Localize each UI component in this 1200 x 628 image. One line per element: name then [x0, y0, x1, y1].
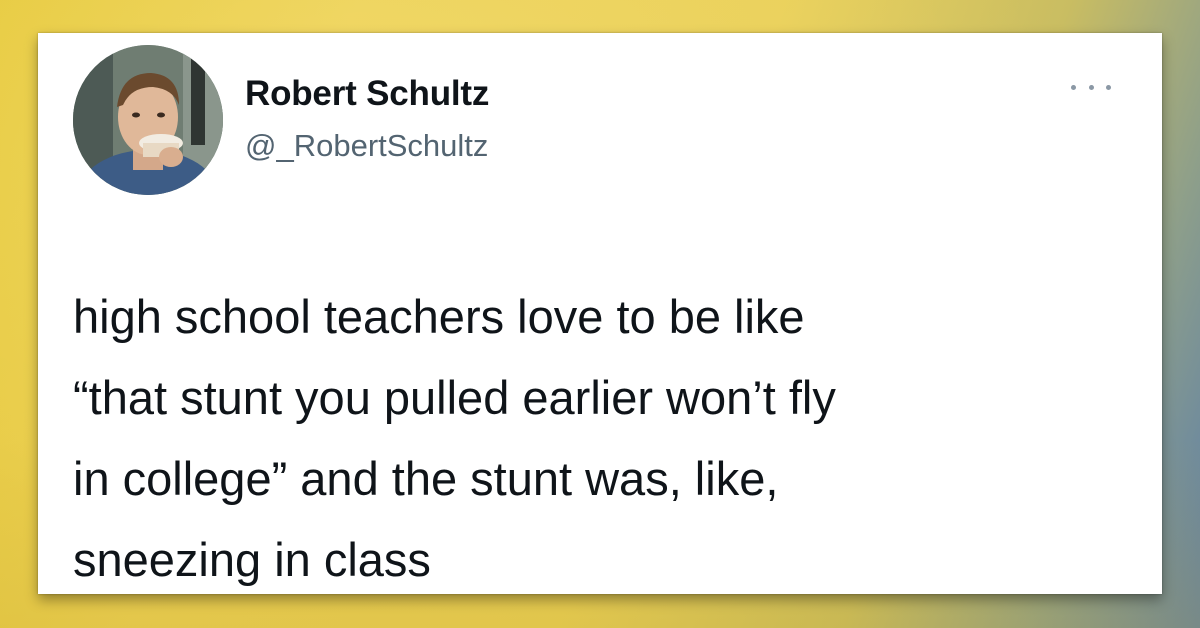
more-dot — [1106, 84, 1111, 90]
tweet-text-line: “that stunt you pulled earlier won’t fly — [73, 371, 836, 424]
more-dot — [1071, 84, 1076, 90]
tweet-card: Robert Schultz @_RobertSchultz high scho… — [38, 33, 1162, 594]
avatar[interactable] — [73, 45, 223, 195]
author-display-name[interactable]: Robert Schultz — [245, 74, 489, 114]
tweet-text-line: in college” and the stunt was, like, — [73, 452, 779, 505]
author-handle[interactable]: @_RobertSchultz — [245, 128, 488, 164]
more-dot — [1088, 84, 1094, 90]
tweet-text-line: high school teachers love to be like — [73, 290, 805, 343]
tweet-text: high school teachers love to be like “th… — [73, 276, 1143, 600]
more-options-icon[interactable] — [1071, 77, 1111, 97]
profile-photo-icon — [73, 45, 223, 195]
tweet-text-line: sneezing in class — [73, 533, 431, 586]
